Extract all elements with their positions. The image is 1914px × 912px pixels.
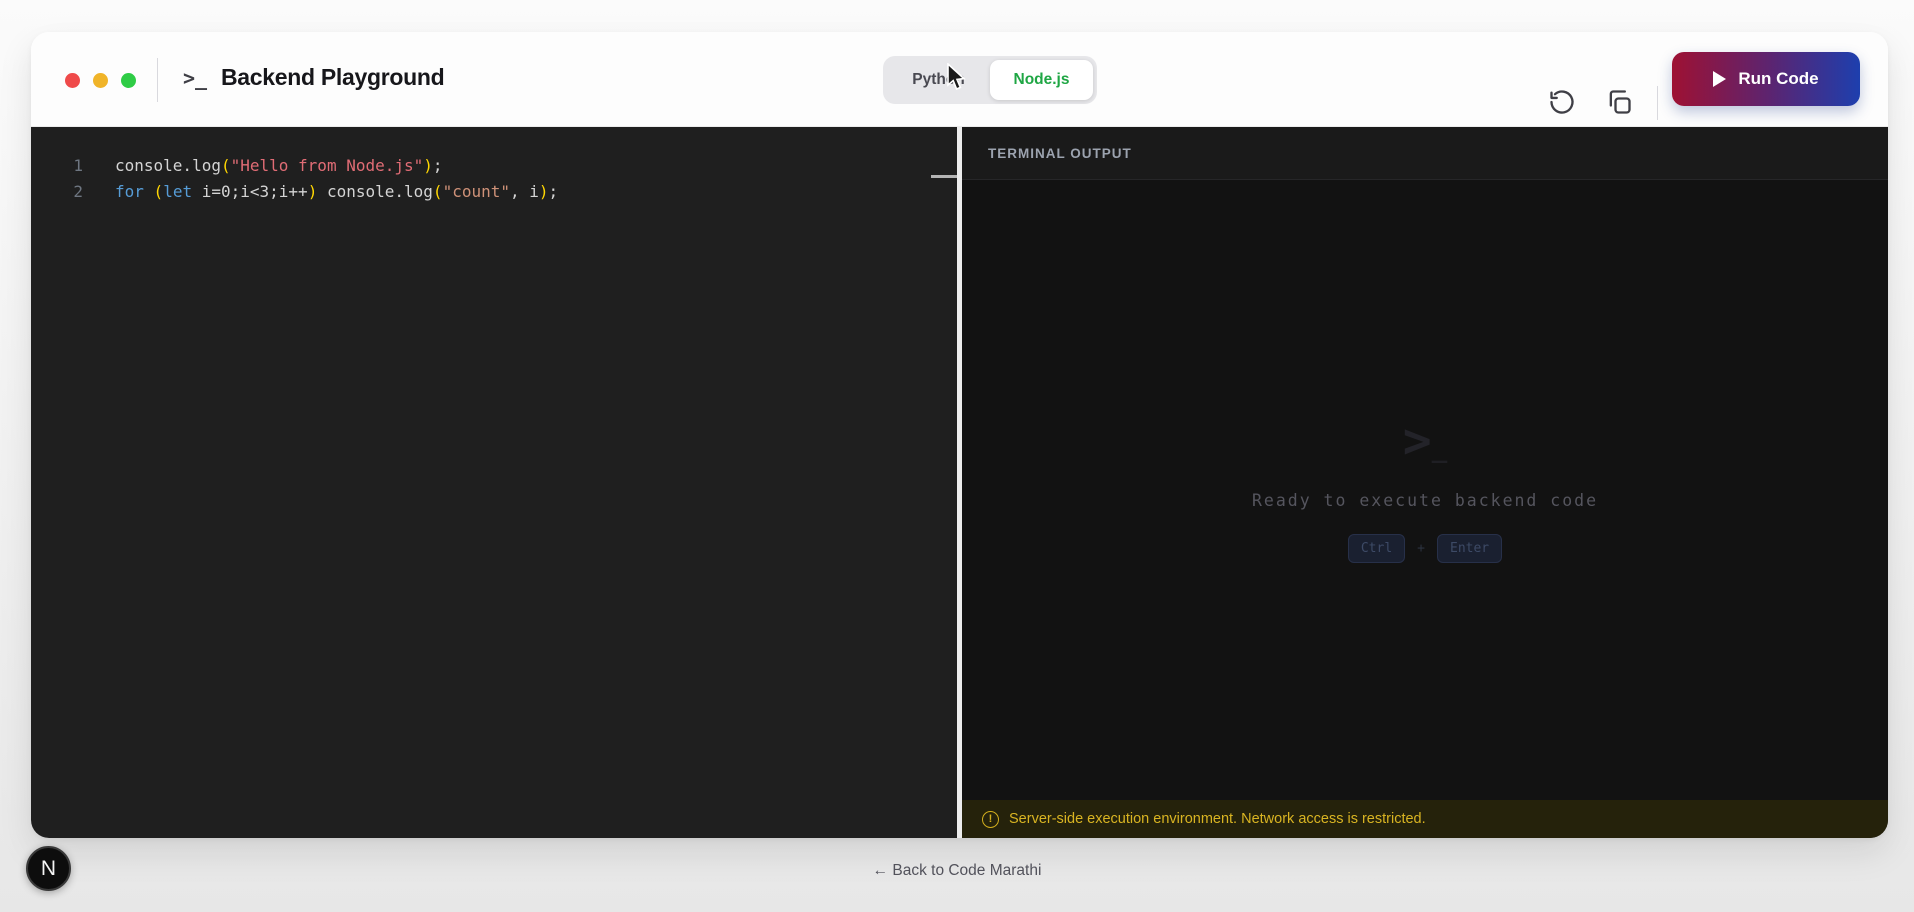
environment-notice-bar: ! Server-side execution environment. Net… — [962, 800, 1888, 838]
language-tabs: Python Node.js — [883, 56, 1097, 104]
playground-window: >_ Backend Playground Python Node.js Run… — [31, 32, 1888, 838]
nextjs-dev-badge[interactable]: N — [26, 846, 71, 891]
tab-python[interactable]: Python — [887, 60, 990, 100]
minimize-window-button[interactable] — [93, 73, 108, 88]
copy-code-button[interactable] — [1604, 88, 1634, 118]
terminal-panel: TERMINAL OUTPUT >_ Ready to execute back… — [962, 127, 1888, 838]
reset-icon — [1548, 88, 1576, 116]
line-number: 2 — [31, 179, 83, 205]
code-text: for (let i=0;i<3;i++) console.log("count… — [83, 179, 558, 205]
run-code-button[interactable]: Run Code — [1672, 52, 1860, 106]
kbd-enter: Enter — [1437, 534, 1502, 563]
window-controls — [65, 73, 136, 88]
terminal-prompt-watermark-icon: >_ — [1403, 417, 1448, 465]
run-code-label: Run Code — [1738, 69, 1818, 89]
line-number: 1 — [31, 153, 83, 179]
reset-code-button[interactable] — [1547, 88, 1577, 118]
code-text: console.log("Hello from Node.js"); — [83, 153, 443, 179]
copy-icon — [1605, 88, 1633, 116]
header-divider — [157, 58, 158, 102]
zoom-window-button[interactable] — [121, 73, 136, 88]
close-window-button[interactable] — [65, 73, 80, 88]
terminal-prompt-icon: >_ — [183, 66, 207, 90]
terminal-header: TERMINAL OUTPUT — [962, 127, 1888, 180]
run-shortcut-hint: Ctrl + Enter — [1348, 534, 1502, 563]
controls-divider — [1657, 86, 1658, 120]
window-header: >_ Backend Playground Python Node.js Run… — [31, 32, 1888, 127]
code-editor[interactable]: 1console.log("Hello from Node.js");2for … — [31, 127, 957, 838]
play-icon — [1713, 71, 1726, 87]
page-title: Backend Playground — [221, 64, 444, 91]
scrollbar-line-marker — [931, 175, 957, 178]
tab-nodejs[interactable]: Node.js — [990, 60, 1093, 100]
code-lines: 1console.log("Hello from Node.js");2for … — [31, 153, 957, 205]
code-line: 1console.log("Hello from Node.js"); — [31, 153, 957, 179]
kbd-ctrl: Ctrl — [1348, 534, 1405, 563]
terminal-ready-message: Ready to execute backend code — [1252, 491, 1598, 510]
terminal-empty-state: >_ Ready to execute backend code Ctrl + … — [962, 180, 1888, 800]
warning-circle-icon: ! — [982, 811, 999, 828]
terminal-header-label: TERMINAL OUTPUT — [988, 146, 1132, 161]
environment-notice-text: Server-side execution environment. Netwo… — [1009, 811, 1426, 827]
code-line: 2for (let i=0;i<3;i++) console.log("coun… — [31, 179, 957, 205]
kbd-plus-sign: + — [1417, 541, 1425, 556]
back-to-code-marathi-link[interactable]: ← Back to Code Marathi — [0, 862, 1914, 880]
